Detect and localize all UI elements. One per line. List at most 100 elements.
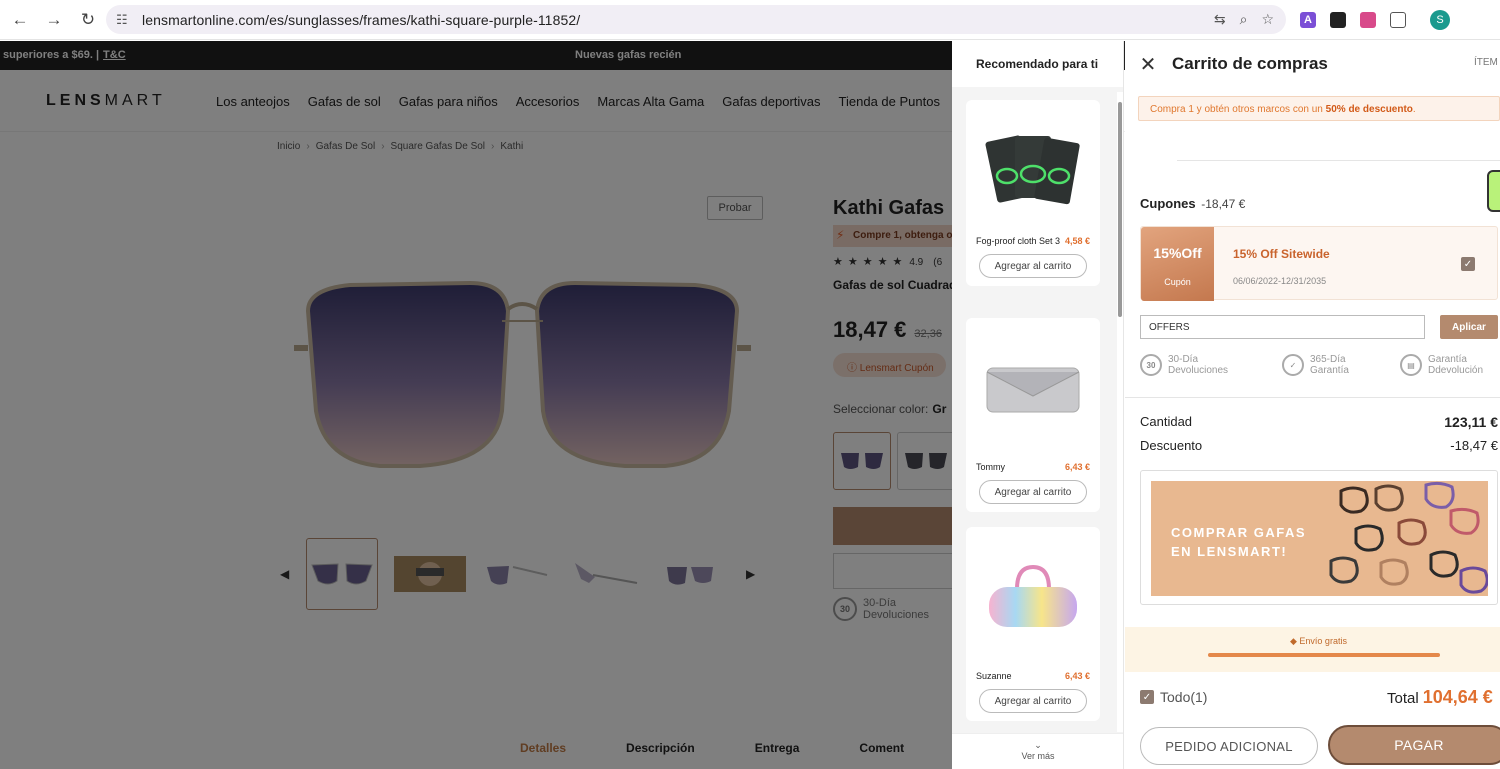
- translate-icon[interactable]: ⇆: [1214, 11, 1226, 28]
- profile-avatar[interactable]: S: [1430, 10, 1450, 30]
- discount-label: Descuento: [1140, 438, 1203, 453]
- zoom-icon[interactable]: ⌕: [1240, 11, 1248, 28]
- coupons-header: Cupones -18,47 €: [1140, 196, 1245, 211]
- close-icon[interactable]: ✕: [1137, 53, 1159, 76]
- reload-icon[interactable]: ↻: [74, 6, 102, 34]
- coupon-checkbox[interactable]: ✓: [1461, 257, 1475, 271]
- guarantee-text: 365-Día Garantía: [1310, 354, 1349, 376]
- promo-line1: COMPRAR GAFAS: [1171, 525, 1307, 540]
- guarantee-line2: Garantía: [1310, 365, 1349, 376]
- returns-30-icon: 30: [1140, 354, 1162, 376]
- add-to-cart-button[interactable]: Agregar al carrito: [979, 254, 1087, 278]
- coupon-percent: 15%Off: [1153, 245, 1202, 261]
- guarantee-line2: Ddevolución: [1428, 365, 1484, 376]
- select-all-checkbox[interactable]: ✓: [1140, 690, 1154, 704]
- see-more[interactable]: ⌄ Ver más: [952, 733, 1123, 769]
- banner-suffix: .: [1412, 104, 1416, 115]
- coupon-card[interactable]: 15%Off Cupón 15% Off Sitewide 06/06/2022…: [1140, 226, 1498, 301]
- see-more-label: Ver más: [1021, 751, 1055, 761]
- quantity-value: 123,11 €: [1444, 414, 1498, 430]
- promo-banner-image: COMPRAR GAFAS EN LENSMART!: [1151, 481, 1488, 596]
- coupon-code-input[interactable]: [1140, 315, 1425, 339]
- pay-button[interactable]: PAGAR: [1328, 725, 1500, 765]
- add-to-cart-button[interactable]: Agregar al carrito: [979, 689, 1087, 713]
- guarantee-text: 30-Día Devoluciones: [1168, 354, 1228, 376]
- scrollbar-thumb[interactable]: [1118, 102, 1122, 317]
- browser-toolbar: ← → ↻ ☷ lensmartonline.com/es/sunglasses…: [0, 0, 1500, 40]
- recommended-panel: Recomendado para ti Fog-proof cloth Set …: [952, 41, 1124, 769]
- promo-line2: EN LENSMART!: [1171, 544, 1288, 559]
- guarantees: 30 30-Día Devoluciones ✓ 365-Día Garantía ▤ G…: [1140, 354, 1500, 384]
- receipt-icon: ▤: [1400, 354, 1422, 376]
- extension-a-letter: A: [1304, 14, 1312, 26]
- quantity-label: Cantidad: [1140, 414, 1193, 429]
- site-settings-icon[interactable]: ☷: [116, 12, 136, 28]
- reco-item-name: Suzanne: [976, 671, 1012, 681]
- extension-robot-icon[interactable]: [1360, 12, 1376, 28]
- reco-item-price: 4,58 €: [1064, 236, 1090, 246]
- extensions-puzzle-icon[interactable]: [1390, 12, 1406, 28]
- coupon-stub-label: Cupón: [1164, 277, 1191, 287]
- banner-prefix: Compra 1 y obtén otros marcos con un: [1150, 104, 1323, 115]
- guarantee-line2: Devoluciones: [1168, 365, 1229, 376]
- apply-button[interactable]: Aplicar: [1440, 315, 1498, 339]
- guarantee-line1: Garantía: [1428, 354, 1467, 365]
- discount-value: -18,47 €: [1450, 438, 1498, 453]
- reco-item[interactable]: Fog-proof cloth Set 3 4,58 € Agregar al c…: [966, 100, 1100, 286]
- promo-banner-text: COMPRAR GAFAS EN LENSMART!: [1171, 523, 1306, 561]
- guarantee-warranty: ✓ 365-Día Garantía: [1282, 354, 1349, 376]
- quantity-row: Cantidad 123,11 €: [1140, 414, 1498, 430]
- promo-banner[interactable]: COMPRAR GAFAS EN LENSMART!: [1140, 470, 1498, 605]
- additional-order-button[interactable]: PEDIDO ADICIONAL: [1140, 727, 1318, 765]
- recommended-title: Recomendado para ti: [952, 41, 1123, 87]
- divider: [1125, 397, 1500, 398]
- total-label: Total: [1387, 690, 1419, 707]
- select-all-label: Todo(1): [1160, 689, 1208, 705]
- banner-bold: 50% de descuento: [1325, 104, 1413, 115]
- url-text[interactable]: lensmartonline.com/es/sunglasses/frames/…: [142, 12, 580, 28]
- select-all[interactable]: ✓ Todo(1): [1140, 689, 1207, 705]
- total-value: 104,64 €: [1422, 687, 1493, 707]
- reco-item-image: [976, 108, 1090, 228]
- guarantee-returns: 30 30-Día Devoluciones: [1140, 354, 1228, 376]
- reco-item-price: 6,43 €: [1064, 671, 1090, 681]
- shipping-progress-bar: [1208, 653, 1440, 657]
- reco-item-image: [976, 535, 1090, 663]
- shipping-label: ◆ Envío gratis: [1290, 636, 1347, 647]
- coupon-name: 15% Off Sitewide: [1233, 247, 1330, 261]
- back-icon[interactable]: ←: [6, 6, 34, 34]
- reco-item-image: [976, 326, 1090, 454]
- reco-scrollbar[interactable]: [1117, 92, 1123, 732]
- profile-initial: S: [1436, 14, 1444, 26]
- address-bar[interactable]: ☷ lensmartonline.com/es/sunglasses/frame…: [106, 5, 1286, 34]
- guarantee-line1: 365-Día: [1310, 354, 1346, 365]
- tag-icon: ◆: [1290, 636, 1300, 646]
- coupons-amount: -18,47 €: [1201, 197, 1246, 211]
- coupons-label: Cupones: [1140, 196, 1196, 211]
- coupon-dates: 06/06/2022-12/31/2035: [1233, 276, 1327, 286]
- cart-promo-banner: Compra 1 y obtén otros marcos con un 50%…: [1138, 96, 1500, 121]
- add-to-cart-button[interactable]: Agregar al carrito: [979, 480, 1087, 504]
- cart-title: Carrito de compras: [1172, 54, 1328, 73]
- guarantee-text: Garantía Ddevolución: [1428, 354, 1483, 376]
- reco-item-price: 6,43 €: [1064, 462, 1090, 472]
- check-icon: ✓: [1463, 258, 1473, 270]
- coupon-stub: 15%Off Cupón: [1141, 227, 1214, 301]
- reco-item[interactable]: Suzanne 6,43 € Agregar al carrito: [966, 527, 1100, 721]
- guarantee-refund: ▤ Garantía Ddevolución: [1400, 354, 1483, 376]
- bookmark-star-icon[interactable]: ☆: [1261, 11, 1274, 28]
- guarantee-line1: 30-Día: [1168, 354, 1199, 365]
- extension-a-icon[interactable]: A: [1300, 12, 1316, 28]
- shipping-text: Envío gratis: [1299, 636, 1347, 646]
- forward-icon[interactable]: →: [40, 6, 68, 34]
- total: Total 104,64 €: [1387, 687, 1493, 708]
- shipping-progress: ◆ Envío gratis: [1125, 627, 1500, 672]
- reco-item[interactable]: Tommy 6,43 € Agregar al carrito: [966, 318, 1100, 512]
- reco-item-name: Fog-proof cloth Set 3: [976, 236, 1061, 246]
- cart-panel: ✕ Carrito de compras ÍTEM Compra 1 y obt…: [1125, 41, 1500, 769]
- extension-icon[interactable]: [1330, 12, 1346, 28]
- side-widget[interactable]: [1487, 170, 1500, 212]
- discount-row: Descuento -18,47 €: [1140, 438, 1498, 453]
- overlay-backdrop[interactable]: [0, 41, 952, 769]
- reco-item-name: Tommy: [976, 462, 1005, 472]
